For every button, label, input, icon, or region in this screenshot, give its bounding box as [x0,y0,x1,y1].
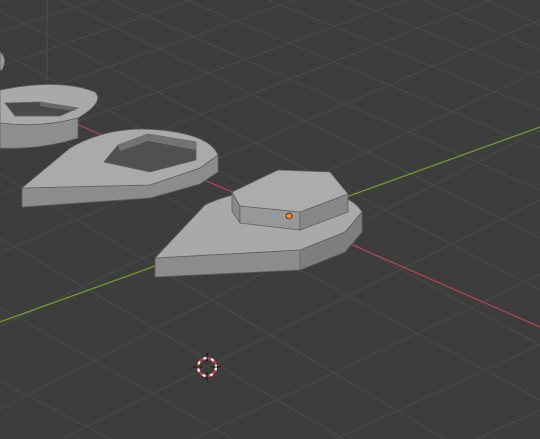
viewport-scene[interactable] [0,0,540,439]
3d-viewport[interactable] [0,0,540,439]
object-origin-dot[interactable] [285,212,293,220]
